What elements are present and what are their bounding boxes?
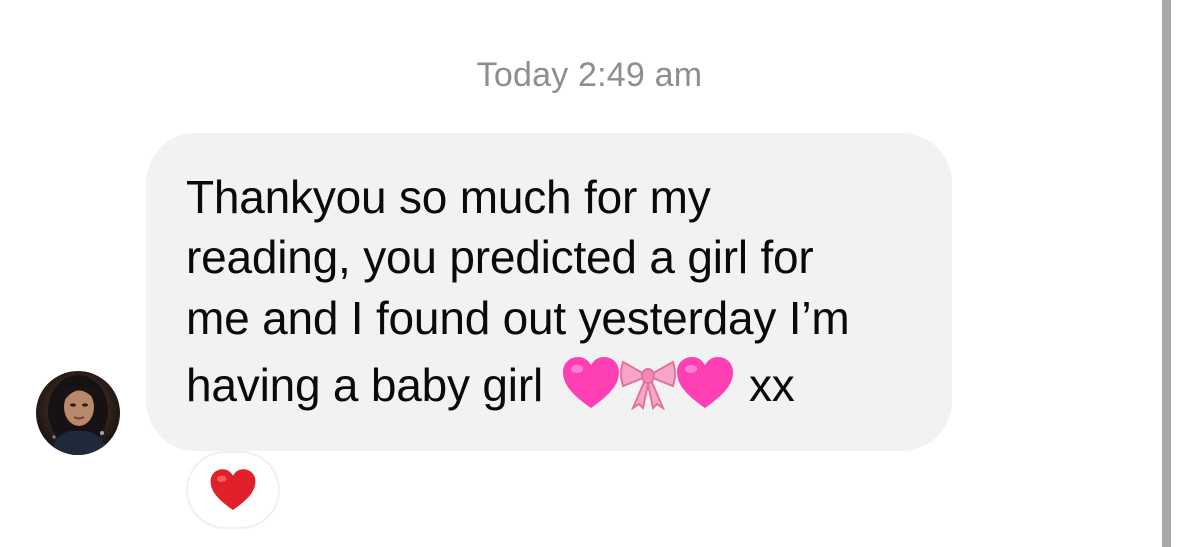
message-trailing-text: xx bbox=[748, 359, 795, 411]
ribbon-icon bbox=[619, 360, 676, 410]
message-line-1: Thankyou so much for my bbox=[186, 171, 711, 223]
emoji-group bbox=[561, 356, 735, 410]
chat-screen: Today 2:49 am Thankyou so much for my re… bbox=[0, 0, 1179, 547]
message-line-4-text: having a baby girl bbox=[186, 359, 543, 411]
reaction-badge[interactable] bbox=[188, 453, 278, 527]
avatar-image bbox=[48, 375, 108, 455]
message-line-3: me and I found out yesterday I’m bbox=[186, 292, 850, 344]
pink-heart-icon bbox=[562, 356, 619, 408]
message-line-2: reading, you predicted a girl for bbox=[186, 231, 814, 283]
message-line-4: having a baby girl xx bbox=[186, 356, 795, 416]
red-heart-icon bbox=[210, 469, 256, 510]
pink-heart-icon bbox=[676, 356, 733, 408]
scrollbar[interactable] bbox=[1162, 0, 1171, 547]
sender-avatar[interactable] bbox=[36, 371, 120, 455]
message-timestamp: Today 2:49 am bbox=[476, 56, 703, 94]
